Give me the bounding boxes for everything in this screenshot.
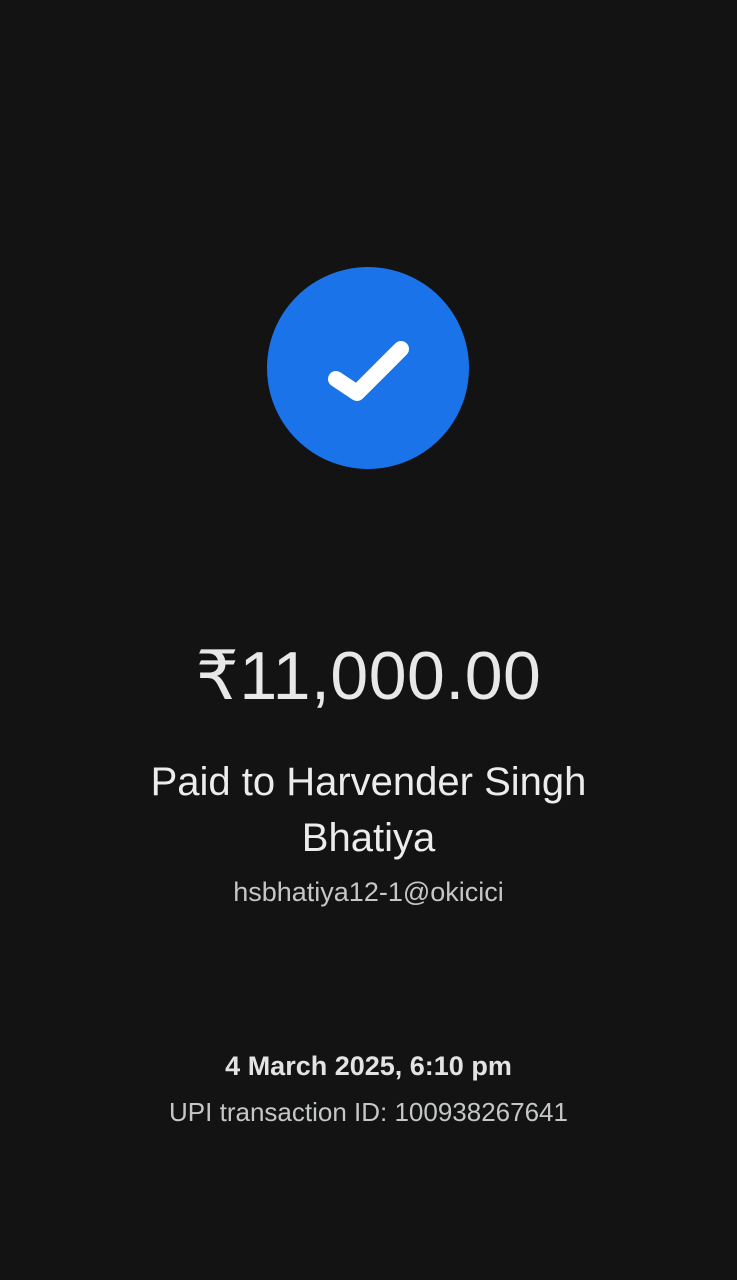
payment-datetime: 4 March 2025, 6:10 pm	[225, 1051, 512, 1081]
payment-amount: ₹11,000.00	[195, 638, 542, 714]
payee-name: Paid to Harvender Singh Bhatiya	[150, 760, 587, 860]
transaction-id: UPI transaction ID: 100938267641	[169, 1097, 568, 1127]
payment-success-screen: ₹11,000.00 Paid to Harvender Singh Bhati…	[0, 0, 737, 1280]
payee-upi-id: hsbhatiya12-1@okicici	[233, 877, 504, 907]
check-icon	[328, 341, 409, 401]
success-badge	[267, 267, 469, 469]
